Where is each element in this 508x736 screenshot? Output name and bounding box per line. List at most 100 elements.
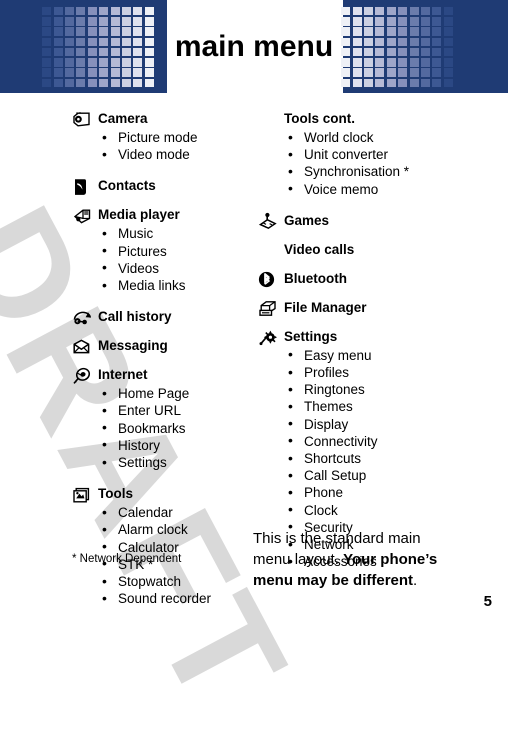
menu-entry-header[interactable]: Contacts bbox=[72, 176, 252, 196]
menu-entry-header[interactable]: Games bbox=[258, 211, 458, 231]
menu-subitem[interactable]: Easy menu bbox=[288, 346, 458, 364]
menu-subitem[interactable]: Themes bbox=[288, 398, 458, 415]
menu-entry[interactable]: Video calls bbox=[258, 240, 458, 268]
menu-entry[interactable]: Call history bbox=[72, 307, 252, 335]
tools-icon bbox=[72, 484, 98, 504]
menu-entry-header[interactable]: Tools bbox=[72, 484, 252, 504]
menu-entry[interactable]: Games bbox=[258, 211, 458, 239]
none bbox=[258, 240, 284, 260]
menu-sublist: World clockUnit converterSynchronisation… bbox=[258, 128, 458, 198]
menu-subitem[interactable]: Phone bbox=[288, 484, 458, 501]
games-icon bbox=[258, 211, 284, 231]
menu-subitem[interactable]: Music bbox=[102, 225, 252, 242]
menu-subitem[interactable]: Shortcuts bbox=[288, 450, 458, 467]
bluetooth-icon bbox=[258, 269, 284, 289]
menu-entry-header[interactable]: Settings bbox=[258, 327, 458, 347]
menu-entry[interactable]: Messaging bbox=[72, 336, 252, 364]
page-header-banner: main menu bbox=[0, 0, 508, 93]
menu-entry-header[interactable]: Bluetooth bbox=[258, 269, 458, 289]
menu-entry-label: Bluetooth bbox=[284, 270, 347, 286]
menu-subitem[interactable]: Sound recorder bbox=[102, 590, 252, 607]
menu-entry[interactable]: Contacts bbox=[72, 176, 252, 204]
contacts-icon bbox=[72, 176, 98, 196]
menu-entry[interactable]: Camera Picture modeVideo mode bbox=[72, 109, 252, 175]
menu-entry-label: Internet bbox=[98, 367, 148, 383]
menu-subitem[interactable]: History bbox=[102, 436, 252, 454]
messaging-icon bbox=[72, 336, 98, 356]
menu-sublist: Home PageEnter URLBookmarksHistorySettin… bbox=[72, 385, 252, 471]
menu-entry[interactable]: Bluetooth bbox=[258, 269, 458, 297]
menu-subitem[interactable]: Bookmarks bbox=[102, 419, 252, 437]
menu-entry-header[interactable]: Video calls bbox=[258, 240, 458, 260]
call-history-icon bbox=[72, 307, 98, 327]
menu-subitem[interactable]: Display bbox=[288, 415, 458, 433]
menu-entry[interactable]: File Manager bbox=[258, 298, 458, 326]
menu-entry-label: Video calls bbox=[284, 241, 355, 257]
menu-entry[interactable]: Tools cont. World clockUnit converterSync… bbox=[258, 109, 458, 210]
none bbox=[258, 109, 284, 129]
menu-subitem[interactable]: Voice memo bbox=[288, 180, 458, 198]
menu-subitem[interactable]: Picture mode bbox=[102, 128, 252, 146]
file-manager-icon bbox=[258, 298, 284, 318]
menu-subitem[interactable]: Settings bbox=[102, 454, 252, 471]
menu-entry-label: File Manager bbox=[284, 299, 367, 315]
menu-subitem[interactable]: Videos bbox=[102, 259, 252, 277]
menu-column-left: Camera Picture modeVideo mode Contacts Medi… bbox=[72, 109, 252, 620]
menu-subitem[interactable]: Profiles bbox=[288, 364, 458, 381]
menu-subitem[interactable]: Synchronisation * bbox=[288, 163, 458, 180]
menu-subitem[interactable]: Unit converter bbox=[288, 146, 458, 163]
menu-sublist: Picture modeVideo mode bbox=[72, 128, 252, 163]
menu-entry-header[interactable]: Internet bbox=[72, 365, 252, 385]
menu-subitem[interactable]: Alarm clock bbox=[102, 521, 252, 538]
menu-entry-label: Messaging bbox=[98, 338, 168, 354]
internet-icon bbox=[72, 365, 98, 385]
media-player-icon bbox=[72, 205, 98, 225]
menu-subitem[interactable]: Video mode bbox=[102, 146, 252, 163]
menu-entry-label: Games bbox=[284, 212, 330, 228]
menu-subitem[interactable]: Stopwatch bbox=[102, 573, 252, 590]
menu-entry-header[interactable]: Messaging bbox=[72, 336, 252, 356]
menu-subitem[interactable]: World clock bbox=[288, 128, 458, 146]
camera-icon bbox=[72, 109, 98, 129]
menu-entry-header[interactable]: File Manager bbox=[258, 298, 458, 318]
layout-note-plain-2: . bbox=[413, 572, 418, 589]
menu-entry-label: Media player bbox=[98, 207, 180, 223]
menu-subitem[interactable]: Home Page bbox=[102, 385, 252, 402]
layout-note: This is the standard main menu layout. Y… bbox=[253, 528, 445, 591]
menu-sublist: MusicPicturesVideosMedia links bbox=[72, 225, 252, 294]
menu-entry-label: Tools cont. bbox=[284, 111, 355, 126]
menu-entry-header[interactable]: Tools cont. bbox=[258, 109, 458, 129]
page-number: 5 bbox=[483, 593, 492, 610]
menu-subitem[interactable]: Pictures bbox=[102, 242, 252, 260]
menu-subitem[interactable]: Ringtones bbox=[288, 381, 458, 398]
page-title: main menu bbox=[174, 29, 334, 63]
menu-entry-header[interactable]: Call history bbox=[72, 307, 252, 327]
menu-entry-header[interactable]: Media player bbox=[72, 205, 252, 225]
menu-entry-label: Camera bbox=[98, 111, 148, 126]
menu-column-right: Tools cont. World clockUnit converterSync… bbox=[258, 109, 458, 583]
menu-entry-header[interactable]: Camera bbox=[72, 109, 252, 129]
menu-subitem[interactable]: Enter URL bbox=[102, 402, 252, 419]
menu-subitem[interactable]: Media links bbox=[102, 277, 252, 294]
menu-subitem[interactable]: Connectivity bbox=[288, 432, 458, 450]
menu-entry-label: Settings bbox=[284, 328, 338, 344]
menu-entry[interactable]: Internet Home PageEnter URLBookmarksHisto… bbox=[72, 365, 252, 483]
menu-entry[interactable]: ToolsCalendarAlarm clockCalculatorSTK *S… bbox=[72, 484, 252, 619]
menu-subitem[interactable]: Call Setup bbox=[288, 467, 458, 484]
menu-entry[interactable]: Media player MusicPicturesVideosMedia lin… bbox=[72, 205, 252, 306]
menu-subitem[interactable]: Clock bbox=[288, 501, 458, 519]
menu-entry-label: Call history bbox=[98, 309, 172, 325]
menu-subitem[interactable]: Calendar bbox=[102, 504, 252, 521]
